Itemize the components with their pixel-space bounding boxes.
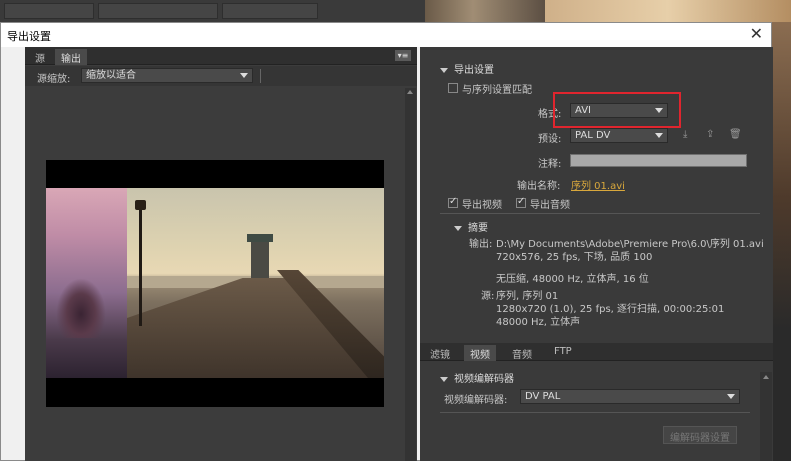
summary-title: 摘要	[468, 223, 488, 234]
output-name-link[interactable]: 序列 01.avi	[571, 177, 625, 192]
source-scaling-label: 源缩放:	[37, 74, 71, 85]
export-settings-header[interactable]: 导出设置	[440, 61, 494, 76]
highlight-box	[553, 92, 681, 128]
video-codec-section: 视频编解码器 视频编解码器: DV PAL 编解码器设置	[420, 362, 773, 461]
export-settings-section: 导出设置 与序列设置匹配 格式: AVI 预设: PAL DV ⤓ ⇪ 🗑 注释…	[420, 47, 773, 337]
video-codec-title: 视频编解码器	[454, 374, 514, 385]
preset-label: 预设:	[538, 134, 562, 145]
dialog-title: 导出设置	[7, 30, 51, 43]
chevron-down-icon	[240, 73, 248, 78]
background-toolbar-segment	[222, 3, 318, 19]
background-thumbnail	[545, 0, 791, 22]
match-sequence-label: 与序列设置匹配	[462, 85, 532, 96]
source-output-tabs: 源 输出 ▾≡	[25, 47, 417, 65]
tab-audio[interactable]: 音频	[506, 345, 538, 361]
lamp-post	[135, 200, 146, 326]
video-codec-value: DV PAL	[525, 391, 561, 402]
export-audio-checkbox[interactable]	[516, 196, 526, 208]
import-preset-icon[interactable]: ⇪	[706, 129, 718, 141]
summary-output-label: 输出:	[469, 239, 493, 250]
comment-label: 注释:	[538, 159, 562, 170]
save-preset-icon[interactable]: ⤓	[683, 129, 695, 141]
background-right-edge	[772, 22, 791, 461]
settings-scrollbar[interactable]	[760, 372, 772, 461]
divider	[440, 412, 750, 413]
disclosure-triangle-icon	[440, 376, 448, 382]
dialog-titlebar: 导出设置 ✕	[1, 23, 771, 47]
tab-output[interactable]: 输出	[55, 49, 87, 65]
export-settings-title: 导出设置	[454, 65, 494, 76]
video-codec-label: 视频编解码器:	[444, 395, 508, 406]
summary-header[interactable]: 摘要	[454, 219, 488, 234]
background-thumbnail	[425, 0, 545, 22]
chevron-down-icon	[655, 133, 663, 138]
panel-menu-icon[interactable]: ▾≡	[395, 50, 411, 61]
scroll-up-icon[interactable]	[763, 375, 769, 379]
disclosure-triangle-icon	[440, 67, 448, 73]
source-scaling-row: 源缩放: 缩放以适合	[25, 66, 417, 86]
background-toolbar-segment	[98, 3, 218, 19]
scroll-up-icon[interactable]	[407, 90, 413, 94]
preset-value: PAL DV	[575, 130, 611, 141]
tab-source[interactable]: 源	[29, 49, 51, 65]
export-video-checkbox[interactable]	[448, 196, 458, 208]
output-preview	[46, 160, 384, 407]
summary-output-line: 无压缩, 48000 Hz, 立体声, 16 位	[496, 274, 649, 285]
export-audio-label: 导出音频	[530, 200, 570, 211]
settings-pane: 导出设置 与序列设置匹配 格式: AVI 预设: PAL DV ⤓ ⇪ 🗑 注释…	[420, 47, 773, 461]
codec-settings-button[interactable]: 编解码器设置	[663, 426, 737, 444]
output-name-label: 输出名称:	[517, 181, 561, 192]
match-sequence-checkbox[interactable]	[448, 83, 458, 93]
source-scaling-dropdown[interactable]: 缩放以适合	[81, 68, 253, 83]
background-toolbar-segment	[4, 3, 94, 19]
preview-scrollbar[interactable]	[405, 88, 416, 461]
chevron-down-icon	[727, 394, 735, 399]
tab-video[interactable]: 视频	[464, 345, 496, 361]
preview-pier-image	[127, 188, 384, 378]
export-settings-dialog: 导出设置 ✕ 源 输出 ▾≡ 源缩放: 缩放以适合 导出设置 与序列设置匹配 格…	[0, 22, 773, 461]
source-scaling-value: 缩放以适合	[86, 70, 136, 81]
tab-ftp[interactable]: FTP	[548, 345, 578, 361]
tree-silhouette	[56, 278, 106, 338]
close-icon[interactable]: ✕	[750, 24, 763, 43]
preview-left-image	[46, 188, 127, 378]
tab-filters[interactable]: 滤镜	[424, 345, 456, 361]
preset-dropdown[interactable]: PAL DV	[570, 128, 668, 143]
disclosure-triangle-icon	[454, 225, 462, 231]
comment-field[interactable]	[570, 154, 747, 167]
divider	[440, 213, 760, 214]
video-codec-header[interactable]: 视频编解码器	[440, 370, 514, 385]
divider	[260, 69, 261, 83]
summary-output-line: 720x576, 25 fps, 下场, 品质 100	[496, 252, 653, 263]
settings-tabs: 滤镜 视频 音频 FTP	[420, 343, 773, 361]
summary-source-label: 源:	[481, 291, 495, 302]
summary-source-line: 48000 Hz, 立体声	[496, 317, 581, 328]
export-video-label: 导出视频	[462, 200, 502, 211]
video-codec-dropdown[interactable]: DV PAL	[520, 389, 740, 404]
delete-preset-icon[interactable]: 🗑	[729, 129, 742, 141]
lifeguard-tower	[247, 234, 273, 278]
source-output-pane: 源 输出 ▾≡ 源缩放: 缩放以适合	[25, 47, 417, 461]
